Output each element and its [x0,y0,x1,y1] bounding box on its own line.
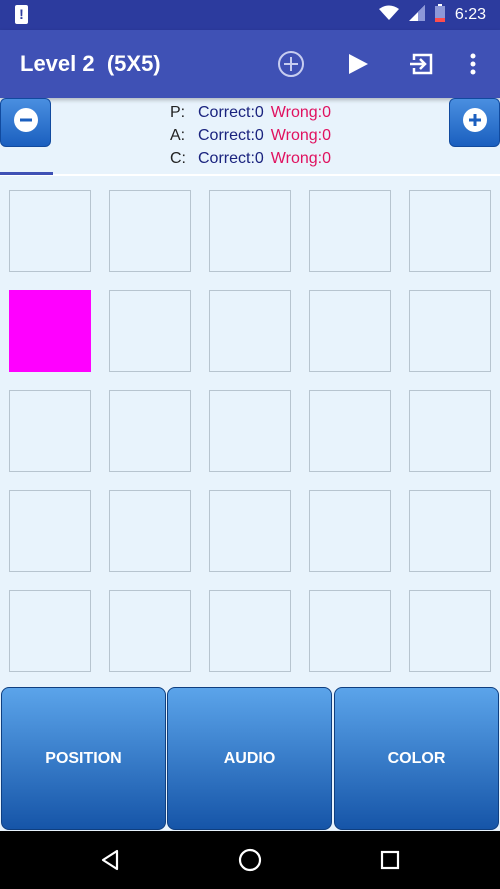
grid-cell[interactable] [409,590,491,672]
tab-indicator [0,172,53,175]
score-key: A: [170,127,186,144]
page-title: Level 2 (5X5) [20,51,161,76]
grid-cell[interactable] [9,590,91,672]
decrease-level-button[interactable] [0,98,51,147]
grid-cell[interactable] [309,290,391,372]
divider [0,174,500,176]
grid-cell[interactable] [309,390,391,472]
score-row-color: C: Correct:0 Wrong:0 [170,147,331,170]
color-button[interactable]: COLOR [334,687,499,830]
grid-cell[interactable] [409,290,491,372]
grid-cell[interactable] [409,190,491,272]
wrong-count: Wrong:0 [270,150,331,167]
grid-cell[interactable] [309,490,391,572]
recents-icon[interactable] [370,840,410,880]
grid-cell[interactable] [109,290,191,372]
grid-cell[interactable] [9,490,91,572]
navigation-bar [0,831,500,889]
score-row-audio: A: Correct:0 Wrong:0 [170,124,331,147]
grid-cell[interactable] [9,390,91,472]
battery-icon [434,3,445,27]
position-button[interactable]: POSITION [1,687,166,830]
grid-cell[interactable] [309,590,391,672]
status-bar: ! 6:23 [0,0,500,30]
grid-cell[interactable] [209,290,291,372]
status-icons: 6:23 [378,0,486,30]
grid-cell[interactable] [209,190,291,272]
grid-cell[interactable] [309,190,391,272]
increase-level-button[interactable] [449,98,500,147]
grid-cell[interactable] [109,390,191,472]
status-time: 6:23 [454,6,486,23]
more-vert-icon[interactable] [453,44,493,84]
correct-count: Correct:0 [198,150,264,167]
score-row-position: P: Correct:0 Wrong:0 [170,101,331,124]
grid-cell[interactable] [409,390,491,472]
grid-cell[interactable] [209,590,291,672]
correct-count: Correct:0 [198,127,264,144]
play-icon[interactable] [338,44,378,84]
grid-cell[interactable] [109,190,191,272]
grid-cell[interactable] [209,390,291,472]
wifi-icon [378,5,399,26]
minus-circle-icon [13,107,39,138]
wrong-count: Wrong:0 [270,127,331,144]
add-circle-icon[interactable] [271,44,311,84]
score-key: C: [170,150,186,167]
grid-cell[interactable] [109,490,191,572]
score-list: P: Correct:0 Wrong:0 A: Correct:0 Wrong:… [170,101,331,170]
exit-icon[interactable] [402,44,442,84]
correct-count: Correct:0 [198,104,264,121]
audio-button[interactable]: AUDIO [167,687,332,830]
grid-cell-active[interactable] [9,290,91,372]
signal-icon [408,4,425,26]
back-icon[interactable] [90,840,130,880]
game-grid [9,190,491,672]
grid-cell[interactable] [209,490,291,572]
grid-cell[interactable] [9,190,91,272]
plus-circle-icon [462,107,488,138]
grid-cell[interactable] [409,490,491,572]
wrong-count: Wrong:0 [270,104,331,121]
home-icon[interactable] [230,840,270,880]
app-bar: Level 2 (5X5) [0,30,500,98]
alert-icon: ! [15,5,28,24]
score-panel: P: Correct:0 Wrong:0 A: Correct:0 Wrong:… [0,98,500,176]
score-key: P: [170,104,186,121]
grid-cell[interactable] [109,590,191,672]
